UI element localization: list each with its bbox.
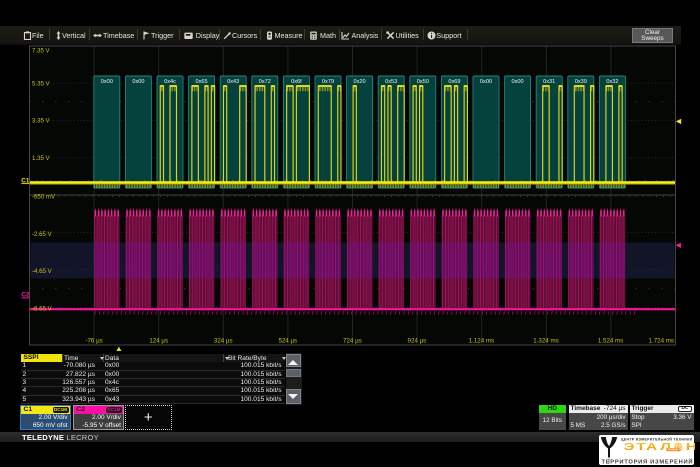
svg-text:-76 µs: -76 µs bbox=[85, 338, 102, 345]
svg-text:-6.65 V: -6.65 V bbox=[32, 306, 53, 313]
svg-text:924 µs: 924 µs bbox=[408, 338, 427, 345]
svg-text:0x32: 0x32 bbox=[606, 79, 618, 85]
svg-text:1.724 ms: 1.724 ms bbox=[649, 338, 674, 345]
svg-text:Т: Т bbox=[636, 440, 645, 452]
svg-text:ТЕРРИТОРИЯ ИЗМЕРЕНИЙ: ТЕРРИТОРИЯ ИЗМЕРЕНИЙ bbox=[601, 457, 692, 465]
svg-text:Э: Э bbox=[623, 440, 634, 452]
svg-text:Н: Н bbox=[685, 440, 694, 452]
svg-text:0x50: 0x50 bbox=[417, 79, 429, 85]
svg-text:0x69: 0x69 bbox=[448, 79, 460, 85]
svg-text:1.324 ms: 1.324 ms bbox=[533, 338, 558, 345]
svg-text:1.124 ms: 1.124 ms bbox=[469, 338, 494, 345]
svg-text:-2.65 V: -2.65 V bbox=[32, 231, 53, 238]
svg-text:0x20: 0x20 bbox=[354, 79, 366, 85]
svg-text:0x6f: 0x6f bbox=[291, 79, 302, 85]
svg-text:-4.65 V: -4.65 V bbox=[32, 268, 53, 275]
svg-text:0x43: 0x43 bbox=[227, 79, 239, 85]
svg-text:0x00: 0x00 bbox=[132, 79, 144, 85]
svg-text:-650 mV: -650 mV bbox=[32, 194, 56, 201]
svg-text:0x79: 0x79 bbox=[322, 79, 334, 85]
svg-text:ПРИБОР: ПРИБОР bbox=[667, 448, 678, 451]
svg-text:0x72: 0x72 bbox=[259, 79, 271, 85]
svg-text:1.35 V: 1.35 V bbox=[32, 155, 51, 162]
svg-text:0x00: 0x00 bbox=[101, 79, 113, 85]
svg-text:0x00: 0x00 bbox=[480, 79, 492, 85]
svg-text:0x31: 0x31 bbox=[543, 79, 555, 85]
svg-text:5.35 V: 5.35 V bbox=[32, 80, 51, 87]
svg-text:3.35 V: 3.35 V bbox=[32, 118, 51, 125]
svg-text:А: А bbox=[646, 440, 657, 452]
svg-text:0x53: 0x53 bbox=[385, 79, 397, 85]
svg-text:0x65: 0x65 bbox=[196, 79, 208, 85]
svg-text:1.524 ms: 1.524 ms bbox=[598, 338, 623, 345]
svg-text:124 µs: 124 µs bbox=[149, 338, 168, 345]
svg-text:0x00: 0x00 bbox=[512, 79, 524, 85]
svg-text:324 µs: 324 µs bbox=[214, 338, 233, 345]
svg-text:524 µs: 524 µs bbox=[278, 338, 297, 345]
svg-text:0x39: 0x39 bbox=[575, 79, 587, 85]
svg-text:7.35 V: 7.35 V bbox=[32, 48, 51, 55]
svg-text:0x4c: 0x4c bbox=[164, 79, 176, 85]
svg-text:724 µs: 724 µs bbox=[343, 338, 362, 345]
